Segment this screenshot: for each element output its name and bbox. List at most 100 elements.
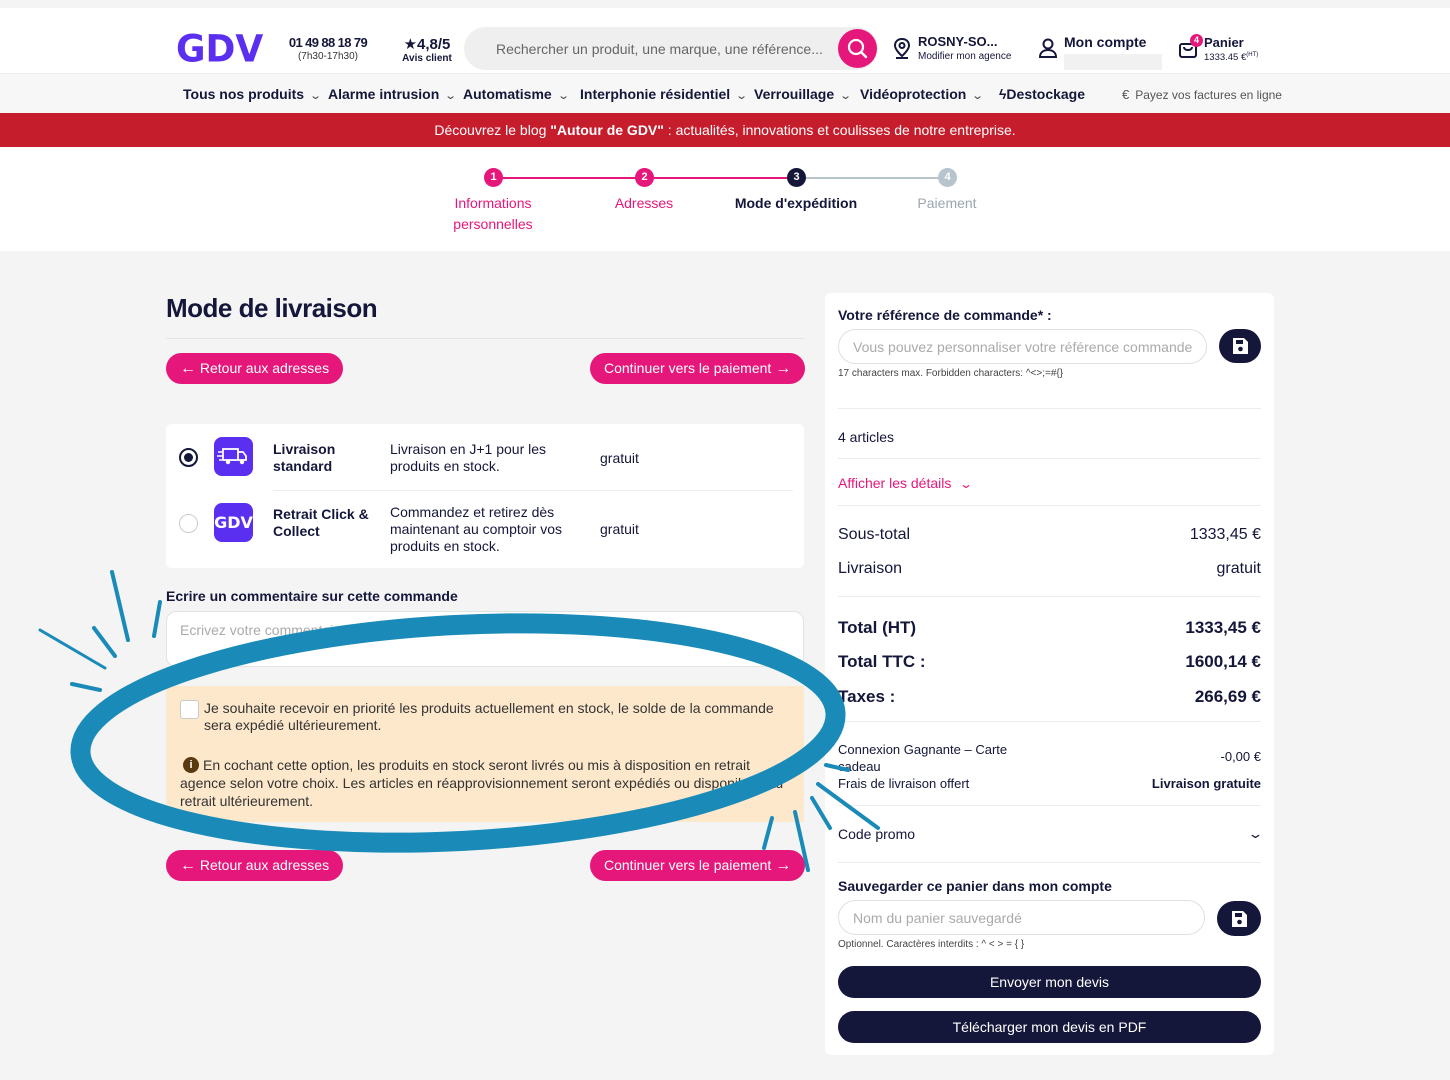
radio-standard[interactable] (179, 448, 198, 467)
nav-item-alarm[interactable]: Alarme intrusion ⌄ (328, 86, 457, 102)
user-icon (1038, 38, 1058, 58)
phone-hours: (7h30-17h30) (297, 51, 359, 62)
nav-item-automation[interactable]: Automatisme ⌄ (463, 86, 570, 102)
nav-item-intercom[interactable]: Interphonie résidentiel ⌄ (580, 86, 749, 102)
save-floppy-icon (1232, 911, 1247, 927)
blog-banner[interactable]: Découvrez le blog "Autour de GDV" : actu… (0, 113, 1450, 147)
page-title: Mode de livraison (166, 293, 378, 323)
step-3-label: Mode d'expédition (734, 195, 858, 211)
search-button[interactable] (838, 29, 877, 68)
shipping-option-click-collect[interactable]: GDV Retrait Click & Collect Commandez et … (166, 490, 804, 556)
rating-label: Avis client (402, 53, 452, 64)
comment-input[interactable] (180, 622, 780, 652)
shipping-description: Livraison en J+1 pour les produits en st… (390, 441, 547, 474)
divider (838, 862, 1261, 863)
euro-icon: € (1122, 87, 1130, 102)
shipping-option-standard[interactable]: Livraison standard Livraison en J+1 pour … (166, 424, 804, 491)
back-to-addresses-button[interactable]: ← Retour aux adresses (166, 850, 344, 881)
chevron-down-icon: ⌄ (556, 90, 570, 102)
account-label: Mon compte (1064, 34, 1147, 50)
arrow-left-icon: ← (180, 857, 196, 874)
gdv-store-icon: GDV (214, 503, 253, 542)
step-3-dot: 3 (787, 168, 806, 187)
save-cart-label: Sauvegarder ce panier dans mon compte (838, 878, 1112, 894)
cart-count-badge: 4 (1190, 34, 1203, 47)
save-cart-hint: Optionnel. Caractères interdits : ^ < > … (838, 939, 1025, 950)
arrow-left-icon: ← (180, 360, 196, 377)
step-connector (493, 177, 644, 179)
continue-to-payment-button[interactable]: Continuer vers le paiement → (590, 353, 806, 384)
chevron-down-icon: ⌄ (309, 90, 323, 102)
info-icon: i (183, 757, 199, 773)
arrow-right-icon: → (775, 360, 792, 377)
step-2-dot[interactable]: 2 (635, 168, 654, 187)
show-details-link[interactable]: Afficher les détails ⌄ (838, 475, 974, 491)
delivery-truck-icon (214, 437, 253, 476)
save-floppy-icon (1233, 338, 1248, 354)
divider (838, 596, 1261, 597)
blog-name: "Autour de GDV" (550, 122, 664, 138)
divider (838, 408, 1261, 409)
step-1-label[interactable]: Informations personnelles (428, 193, 558, 235)
order-summary-panel: Votre référence de commande* : 17 charac… (825, 293, 1274, 1055)
search-input[interactable] (478, 27, 838, 70)
send-quote-button[interactable]: Envoyer mon devis (838, 966, 1261, 998)
checkout-steps: 1 2 3 4 Informations personnelles Adresse… (0, 147, 1450, 251)
phone-contact[interactable]: 01 49 88 18 79 (7h30-17h30) (286, 35, 370, 62)
divider (166, 338, 804, 339)
order-reference-input[interactable] (853, 330, 1193, 363)
search-bar (464, 27, 878, 70)
nav-item-destockage[interactable]: ϟDestockage (999, 86, 1085, 102)
save-cart-button[interactable] (1217, 901, 1261, 936)
stock-info-text: En cochant cette option, les produits en… (180, 757, 784, 809)
cart-label: Panier (1204, 35, 1244, 50)
divider (838, 505, 1261, 506)
site-header: GDV 01 49 88 18 79 (7h30-17h30) ★4,8/5 A… (0, 8, 1450, 73)
chevron-down-icon: ⌄ (959, 477, 974, 491)
radio-click-collect[interactable] (179, 514, 198, 533)
comment-label: Ecrire un commentaire sur cette commande (166, 588, 458, 604)
save-cart-field (838, 900, 1205, 935)
nav-item-video[interactable]: Vidéoprotection ⌄ (860, 86, 985, 102)
nav-item-all-products[interactable]: Tous nos produits ⌄ (183, 86, 323, 102)
pay-invoices-link[interactable]: € Payez vos factures en ligne (1122, 87, 1282, 102)
save-reference-button[interactable] (1219, 329, 1261, 363)
continue-to-payment-button[interactable]: Continuer vers le paiement → (590, 850, 806, 881)
step-1-dot[interactable]: 1 (484, 168, 503, 187)
change-agency-link[interactable]: Modifier mon agence (918, 51, 1011, 62)
step-connector (796, 177, 947, 179)
customer-rating[interactable]: ★4,8/5 Avis client (396, 35, 458, 64)
step-2-label[interactable]: Adresses (579, 193, 709, 214)
chevron-down-icon: ⌄ (839, 90, 853, 102)
arrow-right-icon: → (775, 857, 792, 874)
download-quote-pdf-button[interactable]: Télécharger mon devis en PDF (838, 1011, 1261, 1043)
chevron-down-icon: ⌄ (971, 90, 985, 102)
chevron-down-icon: ⌄ (735, 90, 749, 102)
shipping-price: gratuit (600, 521, 639, 537)
search-icon (847, 38, 868, 59)
priority-stock-label[interactable]: Je souhaite recevoir en priorité les pro… (204, 700, 794, 734)
back-to-addresses-button[interactable]: ← Retour aux adresses (166, 353, 344, 384)
cart-amount-suffix: (HT) (1246, 52, 1259, 58)
main-navigation: Tous nos produits ⌄ Alarme intrusion ⌄ Aut… (0, 73, 1450, 113)
articles-count: 4 articles (838, 429, 895, 445)
star-icon: ★ (403, 36, 418, 53)
shipping-options: Livraison standard Livraison en J+1 pour … (166, 424, 804, 568)
divider (838, 458, 1261, 459)
nav-item-locking[interactable]: Verrouillage ⌄ (754, 86, 853, 102)
comment-field (166, 611, 804, 667)
phone-number[interactable]: 01 49 88 18 79 (286, 35, 370, 50)
step-4-label: Paiement (917, 195, 977, 211)
chevron-down-icon: ⌄ (1247, 826, 1264, 841)
save-cart-input[interactable] (853, 901, 1193, 934)
order-reference-field (838, 329, 1207, 364)
reference-hint: 17 characters max. Forbidden characters:… (838, 368, 1064, 379)
step-connector (644, 177, 796, 179)
rating-value: 4,8/5 (417, 36, 451, 53)
shipping-description: Commandez et retirez dès maintenant au c… (390, 504, 562, 554)
priority-stock-checkbox[interactable] (180, 700, 199, 719)
location-pin-icon (893, 37, 911, 59)
gdv-logo[interactable]: GDV (176, 28, 263, 71)
agency-name: ROSNY-SO... (918, 34, 998, 49)
partial-shipment-notice: Je souhaite recevoir en priorité les pro… (166, 686, 804, 822)
